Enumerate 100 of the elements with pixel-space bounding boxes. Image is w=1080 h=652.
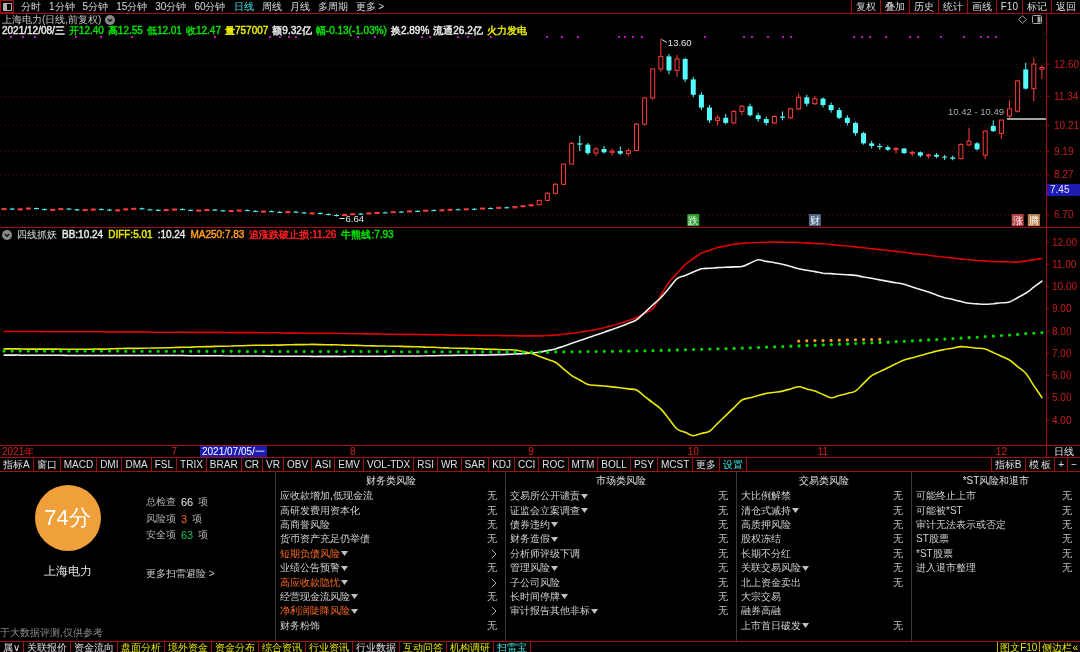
caret-icon[interactable] [341, 580, 348, 586]
indicator-tab[interactable]: OBV [284, 458, 313, 471]
caret-icon[interactable] [802, 565, 809, 571]
indicator-tab[interactable]: TRIX [177, 458, 207, 471]
indicator-tab[interactable]: 更多 [693, 458, 721, 471]
period-tab[interactable]: 分时 [17, 0, 45, 13]
indicator-tab[interactable]: DMA [122, 458, 152, 471]
bottom-tab[interactable]: 资金分布 [212, 642, 260, 652]
risk-item-label[interactable]: 财务造假 [510, 532, 550, 547]
toolbar-button[interactable]: F10 [995, 0, 1022, 13]
risk-item-label[interactable]: 可能被*ST [916, 503, 963, 518]
indicator-tab[interactable]: DMI [97, 458, 123, 471]
toolbar-button[interactable]: 统计 [937, 0, 967, 13]
caret-icon[interactable] [792, 508, 799, 514]
indicator-tab[interactable]: WR [437, 458, 462, 471]
risk-item-label[interactable]: 管理风险 [510, 561, 550, 576]
period-tab[interactable]: 多周期 [313, 0, 352, 13]
toolbar-button[interactable]: 返回 [1051, 0, 1080, 13]
toolbar-button[interactable]: + [1054, 458, 1068, 471]
period-tab[interactable]: 60分钟 [190, 0, 230, 13]
risk-item-label[interactable]: ST股票 [916, 532, 949, 547]
risk-item-label[interactable]: 证监会立案调查 [510, 503, 580, 518]
event-marker[interactable]: 财 [808, 214, 821, 227]
risk-item-label[interactable]: *ST股票 [916, 546, 953, 561]
indicator-tab[interactable]: ASI [312, 458, 336, 471]
risk-item-label[interactable]: 高应收款隐忧 [280, 575, 340, 590]
caret-icon[interactable] [351, 608, 358, 614]
indicator-tab[interactable]: MTM [568, 458, 599, 471]
indicator-tab[interactable]: RSI [414, 458, 438, 471]
dropdown-icon[interactable] [105, 14, 116, 25]
risk-item-label[interactable]: 分析师评级下调 [510, 546, 580, 561]
indicator-tab[interactable]: BRAR [206, 458, 242, 471]
bottom-tab[interactable]: 行业数据 [353, 642, 401, 652]
dropdown-icon[interactable] [2, 230, 12, 240]
risk-item-label[interactable]: 关联交易风险 [741, 561, 801, 576]
toolbar-button[interactable]: 复权 [850, 0, 880, 13]
indicator-tab[interactable]: 设置 [720, 458, 748, 471]
period-tab[interactable]: 周线 [257, 0, 286, 13]
chevron-icon[interactable] [491, 577, 497, 588]
bottom-tab[interactable]: 综合资讯 [259, 642, 307, 652]
risk-item-label[interactable]: 高质押风险 [741, 517, 791, 532]
period-tab[interactable]: 月线 [285, 0, 314, 13]
period-tab[interactable]: 更多 > [351, 0, 389, 13]
indicator-tab[interactable]: VR [263, 458, 284, 471]
toolbar-button[interactable]: 模 板 [1024, 458, 1055, 471]
indicator-tab[interactable]: CR [241, 458, 264, 471]
risk-item-label[interactable]: 北上资金卖出 [741, 575, 801, 590]
risk-item-label[interactable]: 大比例解禁 [741, 489, 791, 504]
risk-item-label[interactable]: 股权冻结 [741, 532, 781, 547]
indicator-tab[interactable]: BOLL [598, 458, 631, 471]
indicator-tab[interactable]: VOL-TDX [363, 458, 415, 471]
indicator-tab[interactable]: CCI [515, 458, 540, 471]
risk-item-label[interactable]: 债券违约 [510, 517, 550, 532]
indicator-tab[interactable]: 指标A [0, 458, 34, 471]
bottom-tab[interactable]: 行业资讯 [306, 642, 354, 652]
risk-item-label[interactable]: 可能终止上市 [916, 489, 976, 504]
indicator-tab[interactable]: 窗口 [33, 458, 61, 471]
panel-icon[interactable] [1032, 15, 1042, 24]
caret-icon[interactable] [551, 565, 558, 571]
indicator-tab[interactable]: SAR [461, 458, 490, 471]
indicator-tab[interactable]: ROC [539, 458, 569, 471]
bottom-tab[interactable]: 盘面分析 [118, 642, 166, 652]
caret-icon[interactable] [581, 508, 588, 514]
caret-icon[interactable] [802, 623, 809, 629]
more-link[interactable]: 更多扫雷避险 > [146, 567, 215, 580]
bottom-tab[interactable]: 关联报价 [24, 642, 72, 652]
risk-item-label[interactable]: 上市首日破发 [741, 618, 801, 633]
toolbar-button[interactable]: 标记 [1022, 0, 1051, 13]
bottom-button[interactable]: 侧边栏« [1039, 642, 1080, 652]
toolbar-button[interactable]: 画线 [966, 0, 996, 13]
event-marker[interactable]: 涨 [1011, 214, 1024, 227]
period-tab[interactable]: 30分钟 [151, 0, 191, 13]
risk-item-label[interactable]: 应收款增加,低现金流 [280, 489, 373, 504]
caret-icon[interactable] [341, 551, 348, 557]
period-tab[interactable]: 5分钟 [78, 0, 113, 13]
risk-item-label[interactable]: 审计无法表示或否定 [916, 517, 1006, 532]
indicator-tab[interactable]: MACD [60, 458, 98, 471]
caret-icon[interactable] [591, 608, 598, 614]
caret-icon[interactable] [561, 594, 568, 600]
risk-item-label[interactable]: 融券高融 [741, 604, 781, 619]
risk-item-label[interactable]: 审计报告其他非标 [510, 604, 590, 619]
bottom-tab[interactable]: 互动问答 [400, 642, 448, 652]
indicator-tab[interactable]: KDJ [489, 458, 516, 471]
indicator-tab[interactable]: EMV [335, 458, 364, 471]
panel-toggle-button[interactable] [0, 0, 14, 13]
caret-icon[interactable] [351, 594, 358, 600]
risk-item-label[interactable]: 财务粉饰 [280, 618, 320, 633]
bottom-tab[interactable]: 资金流向 [71, 642, 119, 652]
indicator-tab[interactable]: MCST [657, 458, 694, 471]
caret-icon[interactable] [341, 565, 348, 571]
indicator-tab[interactable]: PSY [630, 458, 658, 471]
diamond-icon[interactable] [1018, 15, 1027, 24]
risk-item-label[interactable]: 清仓式减持 [741, 503, 791, 518]
toolbar-button[interactable]: − [1067, 458, 1080, 471]
indicator-name[interactable]: 四线抓妖 [17, 229, 57, 241]
risk-item-label[interactable]: 进入退市整理 [916, 561, 976, 576]
toolbar-button[interactable]: 历史 [908, 0, 938, 13]
caret-icon[interactable] [581, 493, 588, 499]
period-tab[interactable]: 日线 [229, 0, 258, 13]
bottom-tab[interactable]: 机构调研 [447, 642, 495, 652]
